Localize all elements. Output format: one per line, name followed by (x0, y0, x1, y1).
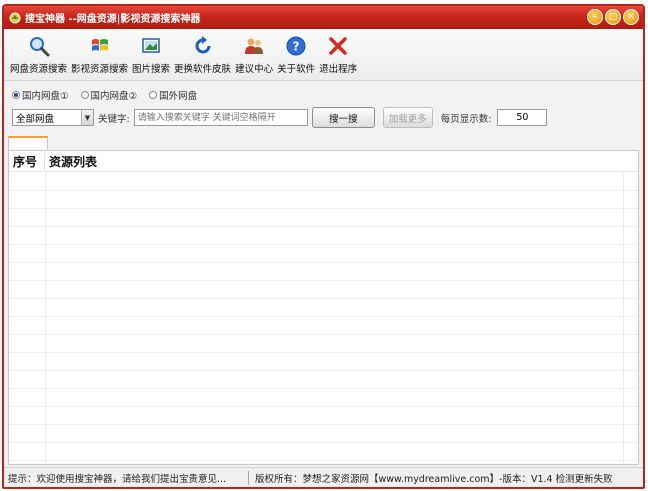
radio-domestic-1-label: 国内网盘① (22, 91, 69, 102)
minimize-button[interactable]: – (587, 9, 603, 25)
chevron-down-icon[interactable]: ▼ (81, 110, 93, 125)
close-button[interactable]: ✕ (623, 9, 639, 25)
radio-dot-checked[interactable] (12, 91, 20, 99)
svg-text:?: ? (293, 40, 300, 54)
netdisk-search-button[interactable]: 网盘资源搜索 (10, 35, 67, 75)
change-skin-label: 更换软件皮肤 (174, 64, 232, 75)
list-header: 序号 资源列表 (9, 151, 638, 172)
status-divider (248, 470, 249, 485)
column-header-number[interactable]: 序号 (9, 152, 45, 170)
per-page-label: 每页显示数: (440, 113, 492, 125)
video-search-label: 影视资源搜索 (71, 64, 129, 75)
status-copyright: 版权所有：梦想之家资源网【www.mydreamlive.com】-版本：V1.… (255, 473, 613, 485)
refresh-icon (195, 36, 211, 54)
column-header-resources[interactable]: 资源列表 (45, 153, 97, 170)
search-options: 国内网盘① 国内网盘② 国外网盘 全部网盘 ▼ 关键字: 搜一搜 加载更多 每页… (4, 82, 643, 138)
load-more-button[interactable]: 加载更多 (382, 107, 433, 128)
radio-domestic-2-label: 国内网盘② (90, 91, 138, 102)
people-icon (245, 38, 264, 54)
image-search-button[interactable]: 图片搜索 (132, 35, 170, 75)
help-icon: ? (286, 36, 306, 56)
title-bar[interactable]: 搜宝神器 --网盘资源|影视资源搜索神器 – □ ✕ (4, 6, 643, 29)
video-search-button[interactable]: 影视资源搜索 (71, 35, 128, 75)
minimize-icon: – (592, 11, 598, 22)
disk-source-radios: 国内网盘① 国内网盘② 国外网盘 (12, 88, 197, 102)
keyword-input[interactable] (133, 109, 308, 126)
maximize-button[interactable]: □ (605, 9, 621, 25)
toolbar: 网盘资源搜索 影视资源搜索 图片搜索 更换软件皮肤 建议中心 ? 关于软件 退出… (4, 29, 643, 81)
list-body[interactable] (9, 173, 638, 464)
status-tip: 提示：欢迎使用搜宝神器，请给我们提出宝贵意见... (8, 473, 227, 485)
window-title: 搜宝神器 --网盘资源|影视资源搜索神器 (25, 14, 201, 25)
status-bar: 提示：欢迎使用搜宝神器，请给我们提出宝贵意见... 版权所有：梦想之家资源网【w… (4, 467, 643, 487)
maximize-icon: □ (608, 11, 618, 22)
about-button[interactable]: ? 关于软件 (277, 35, 315, 75)
resource-list[interactable]: 序号 资源列表 (8, 150, 639, 465)
exit-label: 退出程序 (319, 64, 358, 75)
keyword-label: 关键字: (98, 113, 130, 125)
result-tab[interactable] (8, 136, 48, 150)
disk-select-value: 全部网盘 (16, 113, 55, 125)
search-row: 全部网盘 ▼ 关键字: 搜一搜 加载更多 每页显示数: (12, 107, 548, 128)
radio-foreign-label: 国外网盘 (159, 91, 198, 102)
radio-dot[interactable] (80, 91, 89, 99)
windows-flag-icon (91, 39, 108, 51)
suggestion-center-label: 建议中心 (235, 64, 274, 75)
app-logo-icon (9, 12, 21, 24)
exit-button[interactable]: 退出程序 (319, 35, 357, 75)
image-search-label: 图片搜索 (132, 64, 171, 75)
suggestion-center-button[interactable]: 建议中心 (235, 35, 273, 75)
picture-icon (142, 38, 160, 53)
change-skin-button[interactable]: 更换软件皮肤 (174, 35, 231, 75)
about-label: 关于软件 (277, 64, 316, 75)
radio-domestic-1[interactable]: 国内网盘① (12, 88, 69, 102)
close-icon: ✕ (627, 11, 635, 22)
radio-dot[interactable] (149, 91, 158, 99)
netdisk-search-label: 网盘资源搜索 (10, 64, 68, 75)
magnifier-icon (29, 37, 49, 57)
app-window: 搜宝神器 --网盘资源|影视资源搜索神器 – □ ✕ 网盘资源搜索 影视资源搜索 (2, 4, 645, 489)
exit-x-icon (329, 37, 347, 55)
search-button[interactable]: 搜一搜 (311, 107, 375, 128)
radio-domestic-2[interactable]: 国内网盘② (80, 88, 138, 102)
disk-select[interactable]: 全部网盘 ▼ (12, 109, 94, 126)
radio-foreign[interactable]: 国外网盘 (149, 88, 197, 102)
window-controls: – □ ✕ (587, 9, 639, 25)
per-page-input[interactable] (497, 109, 548, 126)
